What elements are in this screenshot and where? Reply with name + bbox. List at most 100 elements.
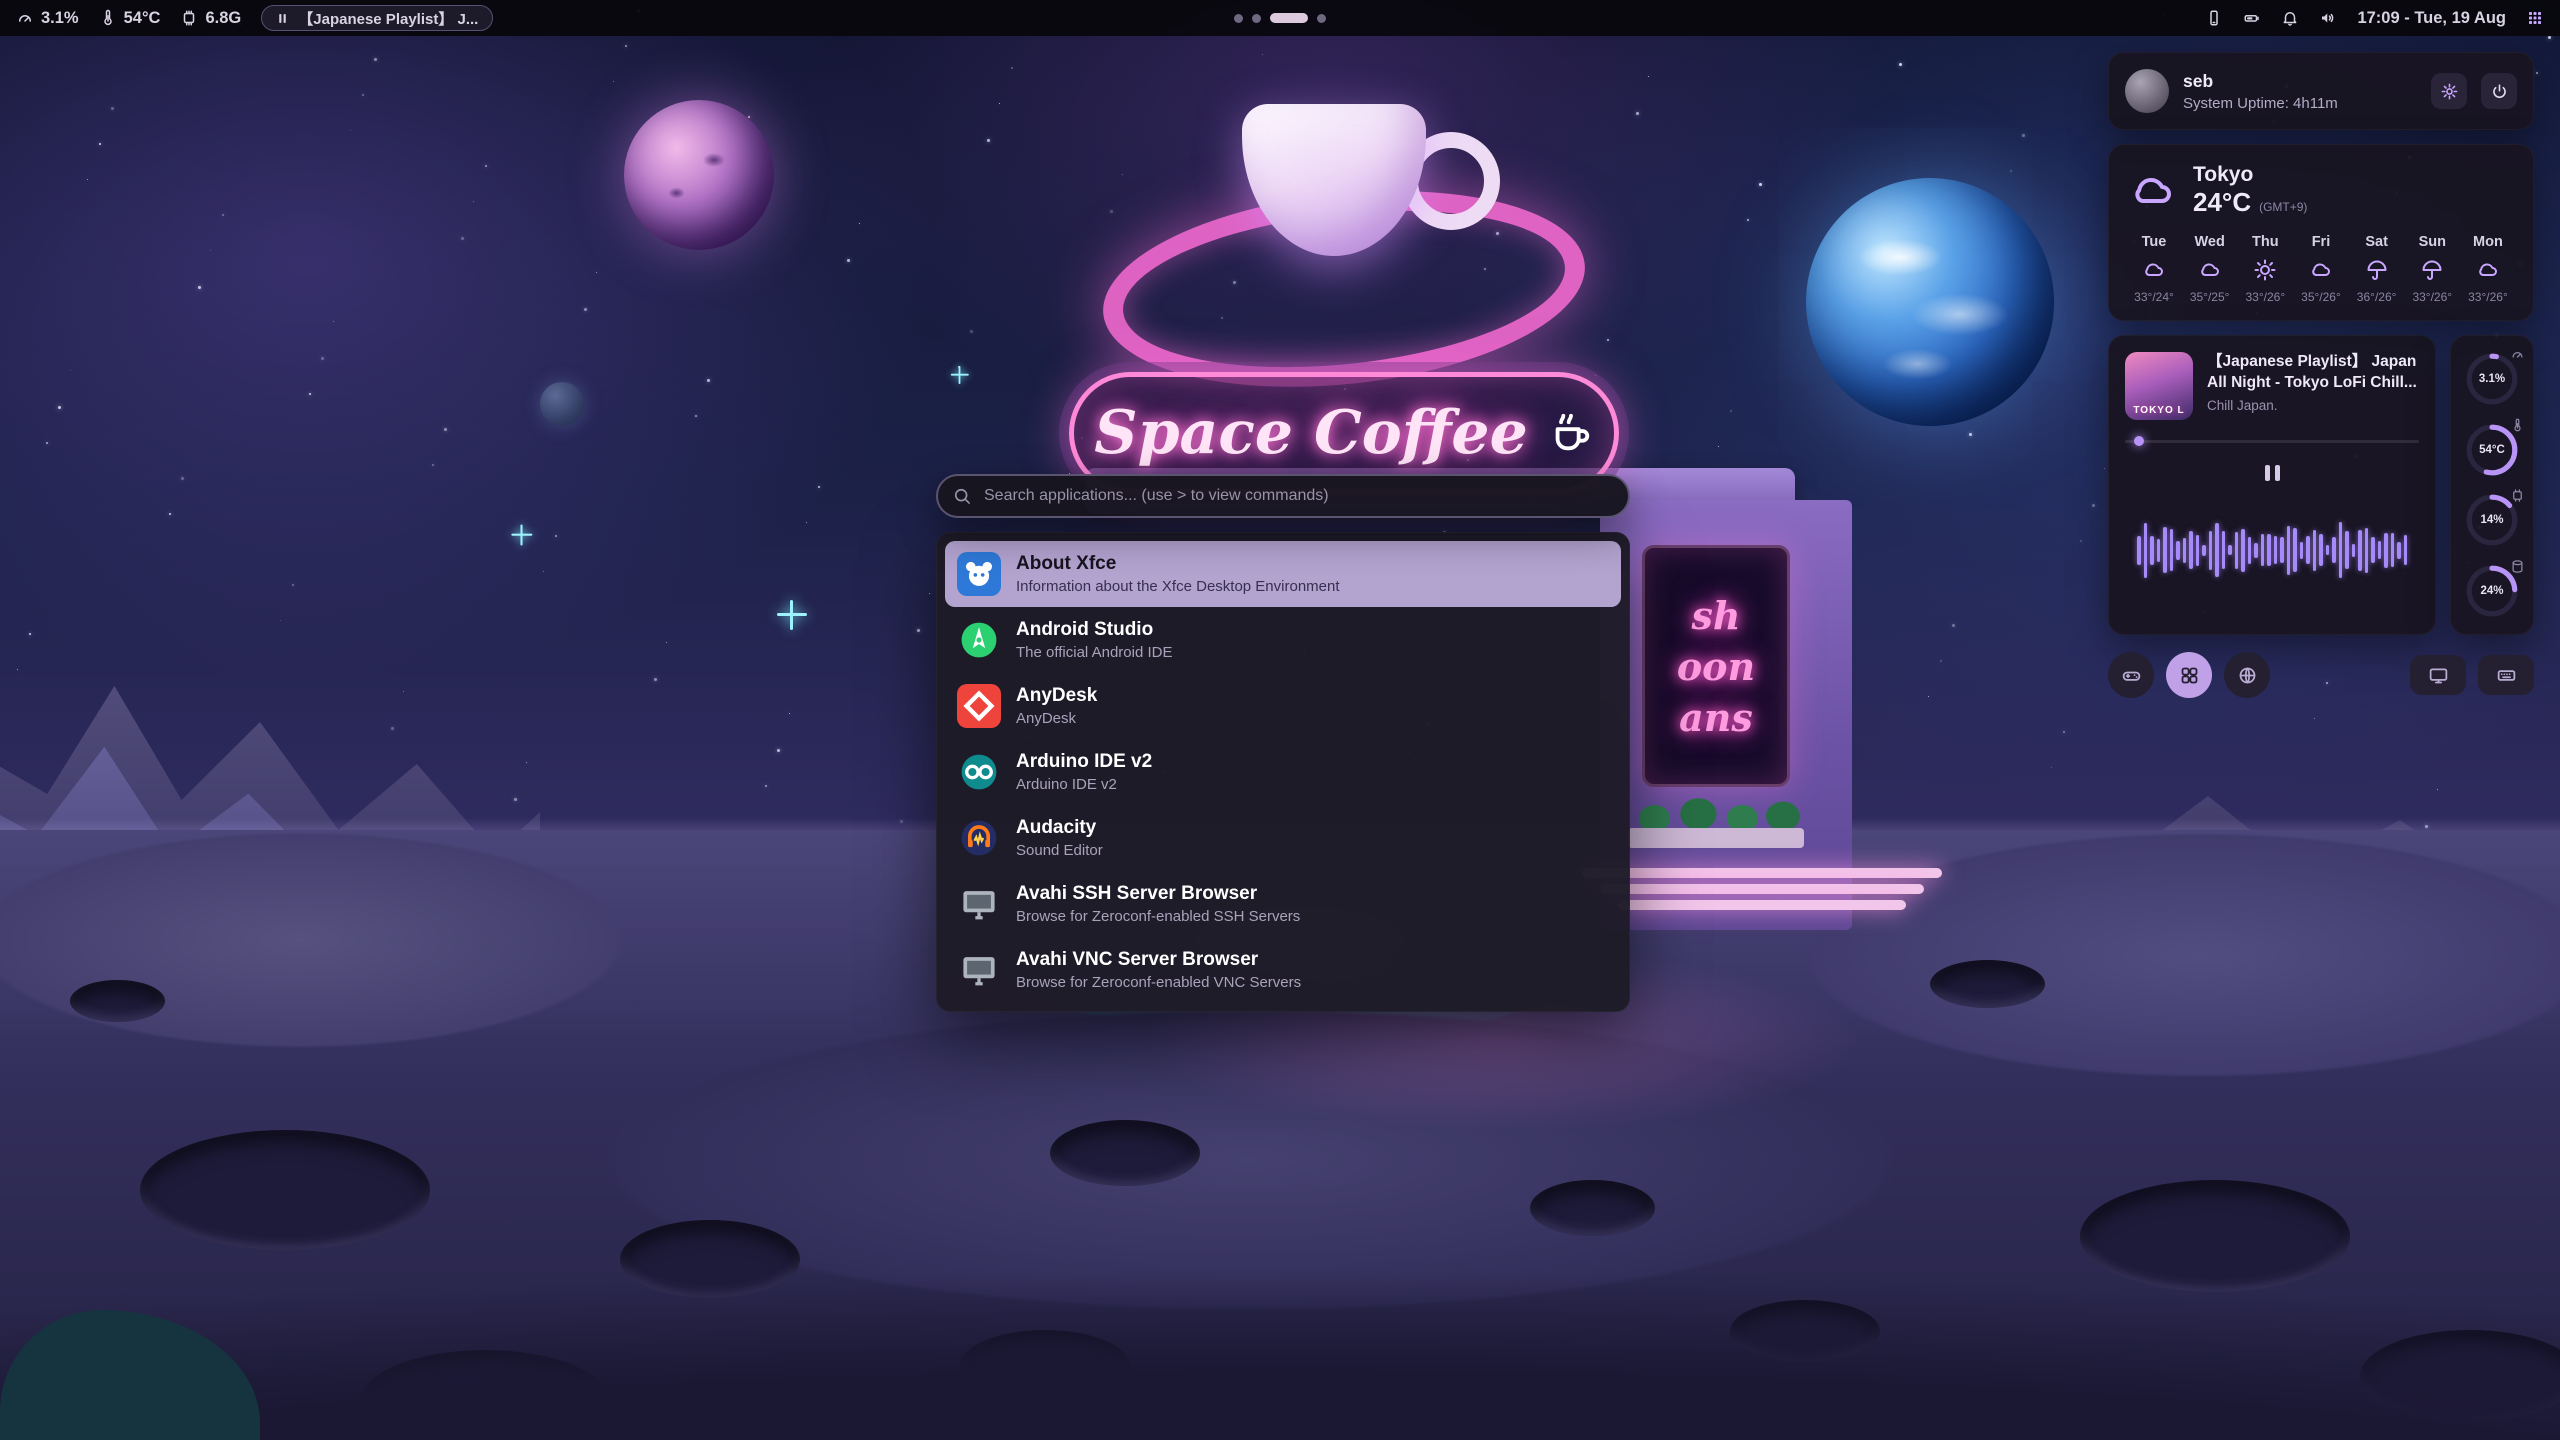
cloud-icon xyxy=(2198,258,2222,282)
android-studio-icon xyxy=(957,618,1001,662)
workspace-dot[interactable] xyxy=(1252,14,1261,23)
speedometer-icon xyxy=(16,9,34,27)
media-player-pill[interactable]: 【Japanese Playlist】 J... xyxy=(261,5,493,31)
memory-gauge: 14% xyxy=(2463,491,2521,549)
sun-icon xyxy=(2253,258,2277,282)
launcher-item-subtitle: Sound Editor xyxy=(1016,842,1103,859)
temperature-value: 54°C xyxy=(124,9,161,28)
album-art: TOKYO L xyxy=(2125,352,2193,420)
ram-chip-icon xyxy=(180,9,198,27)
power-icon xyxy=(2490,82,2509,101)
music-progress-slider[interactable] xyxy=(2125,436,2419,446)
launcher-item-avahi-ssh[interactable]: Avahi SSH Server BrowserBrowse for Zeroc… xyxy=(945,871,1621,937)
weather-forecast: Tue 33°/24° Wed 35°/25° Thu 33°/26° Fri xyxy=(2129,234,2513,304)
power-button[interactable] xyxy=(2481,73,2517,109)
cpu-gauge: 3.1% xyxy=(2463,350,2521,408)
launcher-search xyxy=(936,474,1630,518)
memory-indicator: 6.8G xyxy=(180,9,241,28)
play-pause-button[interactable] xyxy=(2255,456,2289,490)
star-sparkle xyxy=(959,366,961,384)
search-icon xyxy=(952,486,972,506)
arduino-icon xyxy=(957,750,1001,794)
star-sparkle xyxy=(790,600,793,630)
monitor-icon xyxy=(957,882,1001,926)
forecast-day: Wed 35°/25° xyxy=(2185,234,2235,304)
foreground-shade xyxy=(0,1160,2560,1440)
launcher-results: About Xfce Information about the Xfce Des… xyxy=(936,532,1630,1012)
launcher-item-subtitle: Information about the Xfce Desktop Envir… xyxy=(1016,578,1340,595)
umbrella-icon xyxy=(2420,258,2444,282)
launcher-item-subtitle: Browse for Zeroconf-enabled VNC Servers xyxy=(1016,974,1301,991)
launcher-item-subtitle: Browse for Zeroconf-enabled SSH Servers xyxy=(1016,908,1300,925)
launcher-item-audacity[interactable]: AudacitySound Editor xyxy=(945,805,1621,871)
apps-grid-icon[interactable] xyxy=(2526,9,2544,27)
controller-button[interactable] xyxy=(2108,652,2154,698)
desktop: sh oon ans Space Coffee 3.1% 54°C xyxy=(0,0,2560,1440)
phone-icon[interactable] xyxy=(2205,9,2223,27)
keyboard-button[interactable] xyxy=(2478,655,2534,695)
anydesk-icon xyxy=(957,684,1001,728)
launcher-item-title: Avahi VNC Server Browser xyxy=(1016,949,1301,971)
neon-sign-text: Space Coffee xyxy=(1094,398,1528,468)
launcher-item-anydesk[interactable]: AnyDeskAnyDesk xyxy=(945,673,1621,739)
memory-value: 6.8G xyxy=(205,9,241,28)
neon-window-text: oon xyxy=(1677,644,1755,689)
earth-planet xyxy=(1806,178,2054,426)
settings-button[interactable] xyxy=(2431,73,2467,109)
workspace-dot[interactable] xyxy=(1317,14,1326,23)
umbrella-icon xyxy=(2365,258,2389,282)
floating-cup xyxy=(1090,96,1570,366)
forecast-day: Fri 35°/26° xyxy=(2296,234,2346,304)
cpu-usage-indicator: 3.1% xyxy=(16,9,79,28)
forecast-day: Tue 33°/24° xyxy=(2129,234,2179,304)
widget-sidebar: seb System Uptime: 4h11m Tokyo 24°C (GMT… xyxy=(2108,52,2534,701)
cloud-icon xyxy=(2309,258,2333,282)
apps-button[interactable] xyxy=(2166,652,2212,698)
cloud-icon xyxy=(2476,258,2500,282)
disk-gauge: 24% xyxy=(2463,562,2521,620)
search-input[interactable] xyxy=(936,474,1630,518)
weather-card: Tokyo 24°C (GMT+9) Tue 33°/24° Wed 35°/2… xyxy=(2108,144,2534,321)
cloud-icon xyxy=(2129,167,2177,215)
launcher-item-android-studio[interactable]: Android StudioThe official Android IDE xyxy=(945,607,1621,673)
app-launcher: About Xfce Information about the Xfce Des… xyxy=(936,474,1630,1012)
neon-window-text: ans xyxy=(1679,695,1753,740)
launcher-item-avahi-vnc[interactable]: Avahi VNC Server Browser Browse for Zeroc… xyxy=(945,937,1621,1003)
volume-icon[interactable] xyxy=(2319,9,2337,27)
shop-step xyxy=(1600,884,1924,894)
system-uptime: System Uptime: 4h11m xyxy=(2183,95,2417,112)
web-button[interactable] xyxy=(2224,652,2270,698)
shop-step xyxy=(1582,868,1942,878)
shop-step xyxy=(1618,900,1906,910)
shop-neon-window: sh oon ans xyxy=(1642,545,1790,787)
workspace-dot[interactable] xyxy=(1234,14,1243,23)
username: seb xyxy=(2183,71,2417,92)
coffee-cup-icon xyxy=(1548,410,1594,456)
progress-handle[interactable] xyxy=(2134,436,2144,446)
workspace-dot-active[interactable] xyxy=(1270,13,1308,23)
music-player-card: TOKYO L 【Japanese Playlist】 Japan All Ni… xyxy=(2108,335,2436,635)
globe-icon xyxy=(2237,665,2258,686)
bell-icon[interactable] xyxy=(2281,9,2299,27)
launcher-item-title: Android Studio xyxy=(1016,619,1172,641)
launcher-item-title: About Xfce xyxy=(1016,553,1340,575)
neon-window-text: sh xyxy=(1691,593,1740,638)
clock[interactable]: 17:09 - Tue, 19 Aug xyxy=(2357,9,2506,28)
workspace-indicator[interactable] xyxy=(1234,0,1326,36)
star-sparkle xyxy=(520,525,522,546)
album-art-label: TOKYO L xyxy=(2125,405,2193,416)
weather-city: Tokyo xyxy=(2193,163,2307,187)
battery-icon[interactable] xyxy=(2243,9,2261,27)
top-panel: 3.1% 54°C 6.8G 【Japanese Playlist】 J... xyxy=(0,0,2560,36)
screencast-button[interactable] xyxy=(2410,655,2466,695)
launcher-item-about-xfce[interactable]: About Xfce Information about the Xfce Des… xyxy=(945,541,1621,607)
gear-icon xyxy=(2440,82,2459,101)
small-moon xyxy=(540,382,584,426)
shop-planter xyxy=(1628,828,1804,848)
purple-planet xyxy=(624,100,774,250)
weather-temperature: 24°C xyxy=(2193,187,2251,218)
launcher-item-title: AnyDesk xyxy=(1016,685,1097,707)
audio-waveform xyxy=(2125,502,2419,598)
system-gauges-card: 3.1% 54°C 14% 24% xyxy=(2450,335,2534,635)
launcher-item-arduino[interactable]: Arduino IDE v2Arduino IDE v2 xyxy=(945,739,1621,805)
